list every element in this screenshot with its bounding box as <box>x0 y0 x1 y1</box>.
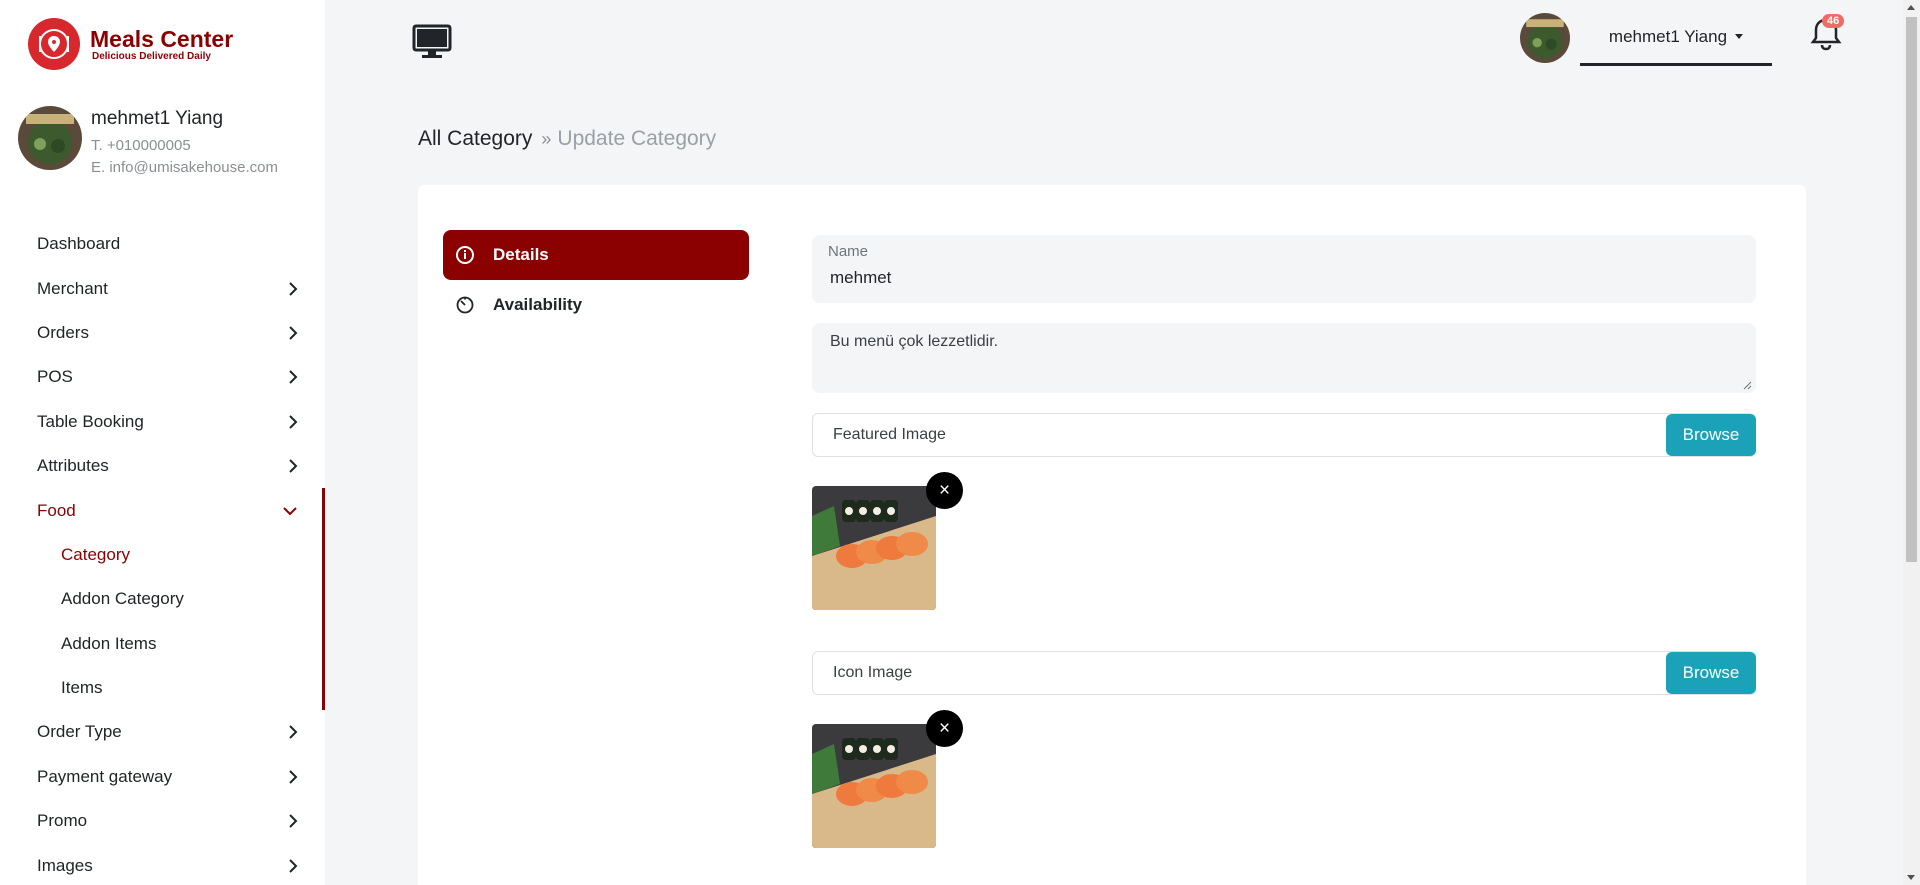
sidebar-item-label: Dashboard <box>37 234 121 254</box>
featured-image-preview: × <box>812 472 963 611</box>
user-menu: mehmet1 Yiang <box>1520 10 1772 66</box>
submenu-item-addon-items[interactable]: Addon Items <box>0 622 322 666</box>
profile-email: E. info@umisakehouse.com <box>91 159 278 176</box>
avatar <box>18 106 82 170</box>
chevron-right-icon <box>283 456 303 476</box>
icon-image-picker[interactable]: Icon Image Browse <box>812 651 1756 695</box>
page-scrollbar[interactable] <box>1903 0 1920 885</box>
sidebar-item-label: Food <box>37 500 76 520</box>
profile-name: mehmet1 Yiang <box>91 108 224 129</box>
sidebar-item-dashboard[interactable]: Dashboard <box>0 222 325 266</box>
name-field[interactable]: Name mehmet <box>812 235 1756 303</box>
icon-image-preview: × <box>812 710 963 849</box>
food-submenu-group: Food Category Addon Category Addon Items… <box>0 488 325 711</box>
browse-button[interactable]: Browse <box>1666 414 1756 456</box>
tab-label: Availability <box>493 295 583 314</box>
sidebar-item-merchant[interactable]: Merchant <box>0 266 325 310</box>
brand-tagline: Delicious Delivered Daily <box>92 50 211 62</box>
breadcrumb-all-category[interactable]: All Category <box>418 127 532 151</box>
profile-card: mehmet1 Yiang T. +010000005 E. info@umis… <box>18 106 278 175</box>
name-input[interactable]: mehmet <box>828 268 1740 288</box>
sidebar-item-label: Table Booking <box>37 411 144 431</box>
category-form: Name mehmet Bu menü çok lezzetlidir. Fea… <box>812 235 1756 849</box>
chevron-right-icon <box>283 856 303 876</box>
chevron-right-icon <box>283 279 303 299</box>
logo-icon <box>28 18 80 70</box>
user-name: mehmet1 Yiang <box>1608 26 1728 46</box>
sidebar: Meals Center Delicious Delivered Daily m… <box>0 0 325 885</box>
avatar[interactable] <box>1520 13 1570 63</box>
featured-image-label: Featured Image <box>833 426 946 443</box>
scroll-up-icon[interactable] <box>1907 5 1915 10</box>
breadcrumb-separator: » <box>541 128 552 149</box>
chevron-right-icon <box>283 722 303 742</box>
profile-phone: T. +010000005 <box>91 137 191 154</box>
timer-icon <box>455 295 475 315</box>
submenu-item-addon-category[interactable]: Addon Category <box>0 577 322 621</box>
sidebar-item-food[interactable]: Food <box>0 488 322 532</box>
tab-details[interactable]: Details <box>443 230 749 280</box>
featured-image-picker[interactable]: Featured Image Browse <box>812 413 1756 457</box>
chevron-right-icon <box>283 412 303 432</box>
chevron-right-icon <box>283 323 303 343</box>
sidebar-item-label: Merchant <box>37 278 108 298</box>
scroll-thumb[interactable] <box>1906 17 1917 562</box>
notification-badge: 46 <box>1822 14 1845 28</box>
chevron-right-icon <box>283 767 303 787</box>
sidebar-item-orders[interactable]: Orders <box>0 311 325 355</box>
description-text: Bu menü çok lezzetlidir. <box>830 333 999 350</box>
tab-list: Details Availability <box>443 230 749 330</box>
sidebar-item-payment-gateway[interactable]: Payment gateway <box>0 755 325 799</box>
sidebar-item-promo[interactable]: Promo <box>0 799 325 843</box>
user-dropdown[interactable]: mehmet1 Yiang <box>1580 10 1772 66</box>
brand-logo[interactable]: Meals Center Delicious Delivered Daily <box>28 18 233 70</box>
caret-down-icon <box>1735 34 1744 39</box>
chevron-down-icon <box>280 501 300 521</box>
desktop-monitor-icon[interactable] <box>412 24 452 65</box>
content-card: Details Availability Name mehmet Bu menü… <box>418 185 1806 885</box>
info-icon <box>455 245 475 265</box>
name-label: Name <box>828 243 869 260</box>
sidebar-item-label: Promo <box>37 811 88 831</box>
remove-featured-image-button[interactable]: × <box>926 472 963 509</box>
browse-button[interactable]: Browse <box>1666 652 1756 694</box>
chevron-right-icon <box>283 367 303 387</box>
sidebar-item-table-booking[interactable]: Table Booking <box>0 400 325 444</box>
sidebar-item-order-type[interactable]: Order Type <box>0 710 325 754</box>
icon-image-label: Icon Image <box>833 664 913 681</box>
breadcrumb-current: Update Category <box>557 127 717 150</box>
sidebar-item-label: POS <box>37 367 73 387</box>
tab-availability[interactable]: Availability <box>443 280 749 330</box>
sidebar-item-label: Payment gateway <box>37 766 173 786</box>
scroll-down-icon[interactable] <box>1907 875 1915 880</box>
submenu-item-items[interactable]: Items <box>0 666 322 710</box>
sidebar-item-images[interactable]: Images <box>0 843 325 885</box>
sushi-image <box>812 724 936 848</box>
sidebar-item-label: Order Type <box>37 722 122 742</box>
tab-label: Details <box>493 245 549 264</box>
sidebar-menu: Dashboard Merchant Orders POS Table Book… <box>0 222 325 885</box>
description-textarea[interactable]: Bu menü çok lezzetlidir. <box>812 323 1756 393</box>
sidebar-item-pos[interactable]: POS <box>0 355 325 399</box>
sushi-image <box>812 486 936 610</box>
chevron-right-icon <box>283 811 303 831</box>
breadcrumb: All Category » Update Category <box>418 127 716 151</box>
sidebar-item-label: Attributes <box>37 456 109 476</box>
sidebar-item-label: Images <box>37 855 93 875</box>
sidebar-item-label: Orders <box>37 322 89 342</box>
resize-handle-icon[interactable] <box>1742 380 1752 390</box>
sidebar-item-attributes[interactable]: Attributes <box>0 444 325 488</box>
submenu-item-category[interactable]: Category <box>0 533 322 577</box>
remove-icon-image-button[interactable]: × <box>926 710 963 747</box>
brand-title: Meals Center <box>90 25 234 52</box>
